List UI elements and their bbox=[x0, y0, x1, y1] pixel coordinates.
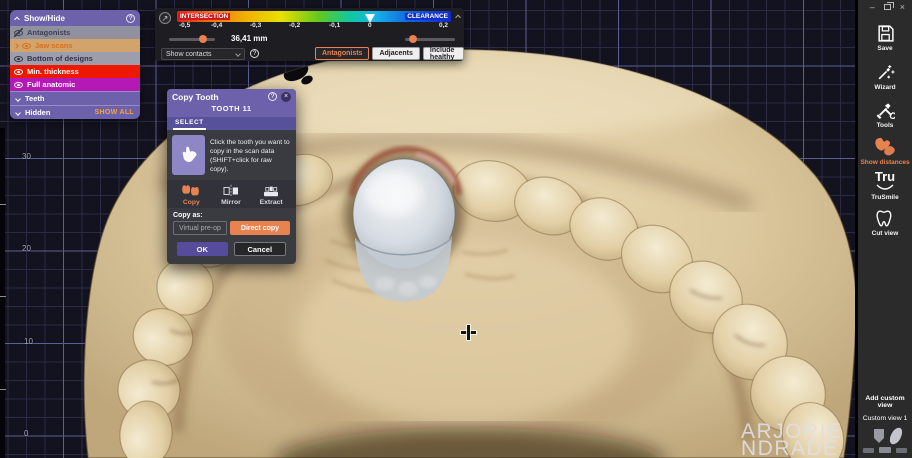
layer-label: Full anatomic bbox=[27, 80, 75, 89]
min-range-slider[interactable] bbox=[169, 38, 215, 41]
mode-mirror[interactable]: Mirror bbox=[221, 184, 241, 206]
cut-view-button[interactable]: Cut view bbox=[858, 209, 912, 237]
measurement-value: 36,41 mm bbox=[231, 34, 267, 43]
close-button[interactable]: × bbox=[900, 2, 905, 12]
chevron-down-icon bbox=[15, 110, 21, 116]
wizard-button[interactable]: Wizard bbox=[858, 63, 912, 91]
expand-icon[interactable]: ↗ bbox=[159, 12, 171, 24]
direct-copy-button[interactable]: Direct copy bbox=[230, 221, 290, 235]
distance-panel: ↗ INTERSECTION CLEARANCE -0,5 -0,4 -0,3 … bbox=[155, 8, 464, 61]
eye-off-icon[interactable] bbox=[14, 28, 23, 37]
right-toolbar: – × Save Wizard bbox=[855, 0, 912, 458]
ok-button[interactable]: OK bbox=[177, 242, 228, 256]
hand-select-icon bbox=[178, 144, 200, 166]
collapse-chevron-icon bbox=[14, 17, 20, 23]
layer-row-bottom-of-designs[interactable]: Bottom of designs bbox=[10, 52, 140, 65]
app-window: 30 20 10 0 bbox=[0, 0, 912, 458]
help-icon[interactable]: ? bbox=[250, 49, 259, 58]
show-distances-button[interactable]: Show distances bbox=[858, 136, 912, 166]
layer-row-jaw-scans[interactable]: Jaw scans bbox=[10, 39, 140, 52]
wizard-wand-icon bbox=[876, 63, 895, 82]
help-icon[interactable]: ? bbox=[268, 92, 277, 101]
restore-button[interactable] bbox=[884, 4, 891, 10]
crosshair-cursor bbox=[461, 325, 476, 340]
layer-row-antagonists[interactable]: Antagonists bbox=[10, 26, 140, 39]
dialog-header[interactable]: Copy Tooth ? × bbox=[167, 89, 296, 104]
save-button[interactable]: Save bbox=[858, 24, 912, 52]
close-icon[interactable]: × bbox=[281, 92, 291, 102]
layer-row-full-anatomic[interactable]: Full anatomic bbox=[10, 78, 140, 91]
cut-view-icon bbox=[875, 209, 896, 228]
add-custom-view-button[interactable]: Add custom view bbox=[858, 395, 912, 409]
mirror-icon bbox=[221, 184, 241, 198]
layer-row-min-thickness[interactable]: Min. thickness bbox=[10, 65, 140, 78]
layer-label: Min. thickness bbox=[27, 67, 79, 76]
tools-icon bbox=[876, 101, 895, 120]
chevron-down-icon bbox=[235, 51, 241, 57]
copy-as-label: Copy as: bbox=[167, 208, 296, 221]
eye-icon[interactable] bbox=[14, 80, 23, 89]
show-all-button[interactable]: SHOW ALL bbox=[95, 109, 134, 116]
smile-arc-icon bbox=[875, 184, 895, 192]
select-tooth-tile bbox=[172, 135, 205, 175]
max-range-slider[interactable] bbox=[405, 38, 455, 41]
view-orientation-icons[interactable] bbox=[860, 427, 910, 453]
include-healthy-button[interactable]: Include healthy bbox=[423, 47, 464, 60]
group-teeth[interactable]: Teeth bbox=[10, 91, 140, 105]
watermark: ARJORIE NDRADE bbox=[741, 423, 843, 457]
tab-select[interactable]: SELECT bbox=[173, 117, 206, 130]
expand-chevron-icon[interactable] bbox=[13, 43, 19, 49]
virtual-preop-button[interactable]: Virtual pre-op bbox=[173, 221, 227, 235]
trusmile-button[interactable]: Tru TruSmile bbox=[858, 171, 912, 201]
custom-view-1-button[interactable]: Custom view 1 bbox=[858, 415, 912, 422]
group-label: Hidden bbox=[25, 108, 50, 117]
mode-extract[interactable]: Extract bbox=[260, 184, 283, 206]
save-icon bbox=[876, 24, 895, 43]
tooth-number-label: TOOTH 11 bbox=[167, 104, 296, 117]
instruction-text: Click the tooth you want to copy in the … bbox=[210, 135, 291, 175]
minimize-button[interactable]: – bbox=[870, 2, 875, 12]
adjacents-button[interactable]: Adjacents bbox=[372, 47, 419, 60]
extract-icon bbox=[261, 184, 281, 198]
gradient-ticks: -0,5 -0,4 -0,3 -0,2 -0,1 0 0,2 bbox=[177, 22, 451, 30]
group-label: Teeth bbox=[25, 94, 44, 103]
cancel-button[interactable]: Cancel bbox=[234, 242, 287, 256]
antagonists-button[interactable]: Antagonists bbox=[315, 47, 369, 60]
help-icon[interactable]: ? bbox=[126, 14, 135, 23]
copy-teeth-icon bbox=[180, 184, 202, 198]
show-distances-icon bbox=[873, 136, 897, 157]
slider-handle[interactable] bbox=[409, 35, 417, 43]
eye-icon[interactable] bbox=[14, 54, 23, 63]
intersection-label: INTERSECTION bbox=[178, 13, 230, 20]
layer-label: Jaw scans bbox=[35, 41, 73, 50]
copy-tooth-dialog: Copy Tooth ? × TOOTH 11 SELECT Click the… bbox=[167, 89, 296, 264]
layer-label: Bottom of designs bbox=[27, 54, 93, 63]
layer-label: Antagonists bbox=[27, 28, 70, 37]
show-contacts-dropdown[interactable]: Show contacts bbox=[161, 48, 245, 60]
eye-icon[interactable] bbox=[22, 41, 31, 50]
group-hidden[interactable]: Hidden SHOW ALL bbox=[10, 105, 140, 119]
dialog-tabs: SELECT bbox=[167, 117, 296, 130]
slider-handle[interactable] bbox=[199, 35, 207, 43]
tru-logo: Tru bbox=[875, 171, 895, 182]
clearance-gradient-bar[interactable]: INTERSECTION CLEARANCE bbox=[177, 11, 451, 22]
tools-button[interactable]: Tools bbox=[858, 101, 912, 129]
show-hide-panel: Show/Hide ? Antagonists Jaw scans Bottom… bbox=[10, 10, 140, 119]
collapse-panel-icon[interactable] bbox=[455, 15, 461, 21]
eye-icon[interactable] bbox=[14, 67, 23, 76]
clearance-label: CLEARANCE bbox=[405, 13, 450, 20]
chevron-down-icon bbox=[15, 96, 21, 102]
mode-copy[interactable]: Copy bbox=[180, 184, 202, 206]
show-hide-header[interactable]: Show/Hide ? bbox=[10, 10, 140, 26]
panel-title: Show/Hide bbox=[24, 14, 121, 23]
dialog-title: Copy Tooth bbox=[172, 92, 264, 102]
